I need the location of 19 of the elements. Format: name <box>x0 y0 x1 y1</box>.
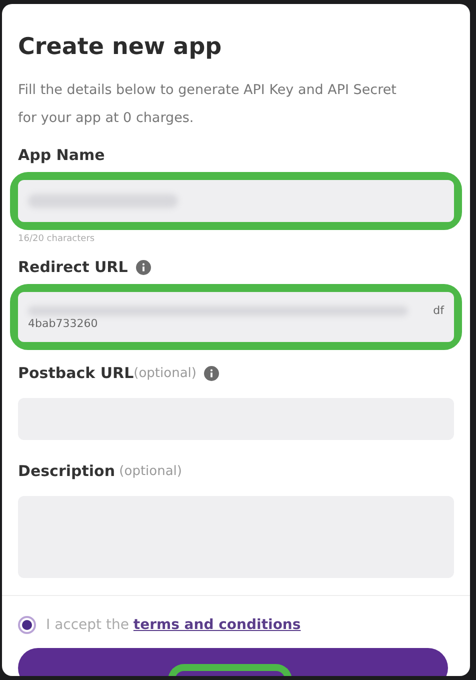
url-value: 4bab733260 <box>28 317 98 330</box>
input-field[interactable] <box>18 180 454 222</box>
optional-hint: (optional) <box>134 366 196 380</box>
submit-button[interactable] <box>18 648 448 676</box>
terms-link[interactable]: terms and conditions <box>133 617 301 633</box>
terms-text: I accept the <box>46 617 130 633</box>
field-label: Redirect URL <box>18 258 128 276</box>
character-counter: 16/20 characters <box>18 234 95 244</box>
accept-radio[interactable] <box>18 616 36 634</box>
url-value-end: df <box>433 304 444 317</box>
optional-hint: (optional) <box>118 464 182 478</box>
field-label: Postback URL <box>18 364 134 382</box>
field-label: App Name <box>18 146 105 164</box>
url-field[interactable]: df 4bab733260 <box>18 292 454 342</box>
info-icon[interactable] <box>204 366 220 380</box>
info-icon[interactable] <box>136 260 151 274</box>
intro-text: Fill the details below to generate API Key and API Secret for your app at 0 charges. <box>18 81 398 128</box>
field-label: Description <box>18 462 116 480</box>
dialog-title: Create new app <box>18 34 222 60</box>
